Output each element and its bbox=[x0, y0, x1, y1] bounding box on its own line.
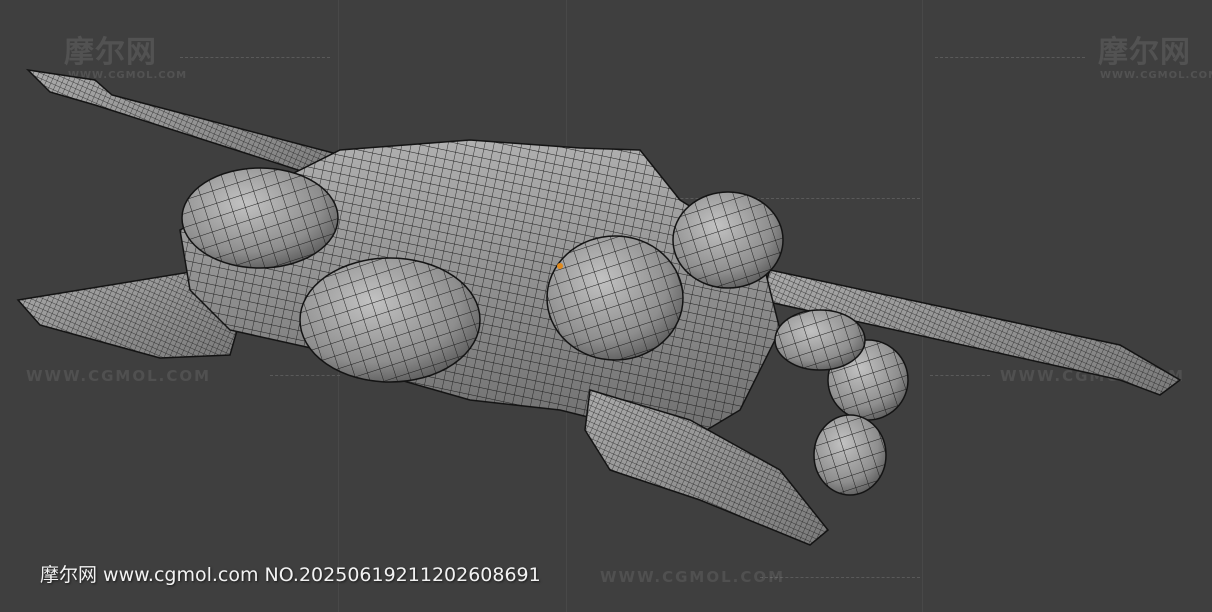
engine-pod-bottom bbox=[813, 414, 887, 496]
engine-pod-mid bbox=[546, 235, 684, 361]
origin-marker-icon bbox=[557, 263, 563, 269]
spaceship-model[interactable] bbox=[0, 0, 1212, 612]
engine-pod-right bbox=[672, 191, 784, 289]
3d-viewport[interactable]: 摩尔网 WWW.CGMOL.COM 摩尔网 WWW.CGMOL.COM WWW.… bbox=[0, 0, 1212, 612]
image-caption: 摩尔网 www.cgmol.com NO.2025061921120260869… bbox=[40, 564, 541, 586]
engine-pod-left bbox=[181, 167, 339, 269]
engine-pod-side bbox=[774, 309, 866, 371]
engine-pod-center bbox=[299, 257, 481, 383]
